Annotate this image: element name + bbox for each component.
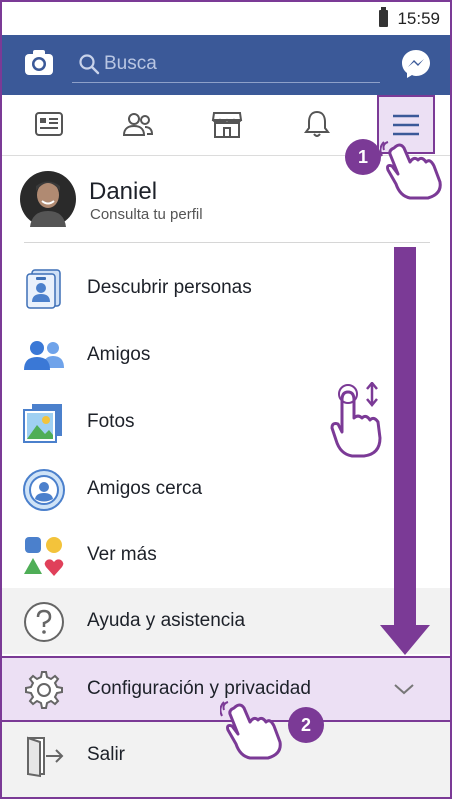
search-input[interactable]: Busca: [104, 53, 157, 75]
step-2-badge: 2: [288, 707, 324, 743]
menu-label: Configuración y privacidad: [87, 678, 311, 699]
menu-label: Salir: [87, 744, 126, 765]
logout-icon: [27, 736, 64, 778]
search-icon: [79, 54, 100, 75]
step-1-badge: 1: [345, 139, 381, 175]
profile-name[interactable]: Daniel: [89, 178, 157, 206]
status-bar: 15:59: [2, 2, 450, 35]
menu-label: Descubrir personas: [87, 277, 252, 298]
app-frame: 15:59 Busca Daniel Consulta tu perfil De…: [0, 0, 452, 799]
friends-icon: [24, 341, 64, 370]
tap-hand-icon: [380, 141, 442, 200]
news-feed-icon: [35, 112, 63, 136]
menu-label: Amigos: [87, 344, 151, 365]
tap-hand-icon-2: [220, 701, 282, 760]
messenger-icon[interactable]: [400, 48, 432, 80]
tab-notifications[interactable]: [282, 95, 352, 153]
search-underline: [72, 82, 380, 83]
avatar[interactable]: [20, 171, 76, 227]
see-more-icon: [24, 537, 64, 576]
menu-label: Ver más: [87, 544, 157, 565]
nearby-friends-icon: [23, 469, 65, 511]
tab-news-feed[interactable]: [14, 95, 84, 153]
profile-subtitle[interactable]: Consulta tu perfil: [90, 206, 203, 223]
tab-marketplace[interactable]: [192, 95, 262, 153]
swipe-hand-icon: [330, 382, 382, 458]
chevron-down-icon[interactable]: [393, 682, 415, 696]
gear-icon: [25, 671, 63, 709]
menu-label: Amigos cerca: [87, 478, 203, 499]
status-time: 15:59: [397, 9, 440, 28]
menu-label: Ayuda y asistencia: [87, 610, 246, 631]
divider: [24, 242, 430, 243]
battery-icon: [379, 7, 388, 27]
discover-people-icon: [26, 269, 61, 309]
top-bar: [2, 35, 450, 95]
marketplace-icon: [211, 112, 243, 138]
friend-requests-icon: [122, 113, 154, 136]
hamburger-menu-icon: [393, 114, 419, 135]
photos-icon: [23, 404, 62, 443]
tab-friends[interactable]: [103, 95, 173, 153]
help-icon: [24, 602, 64, 642]
menu-label: Fotos: [87, 411, 135, 432]
camera-icon[interactable]: [24, 48, 54, 78]
bell-icon: [304, 110, 330, 137]
